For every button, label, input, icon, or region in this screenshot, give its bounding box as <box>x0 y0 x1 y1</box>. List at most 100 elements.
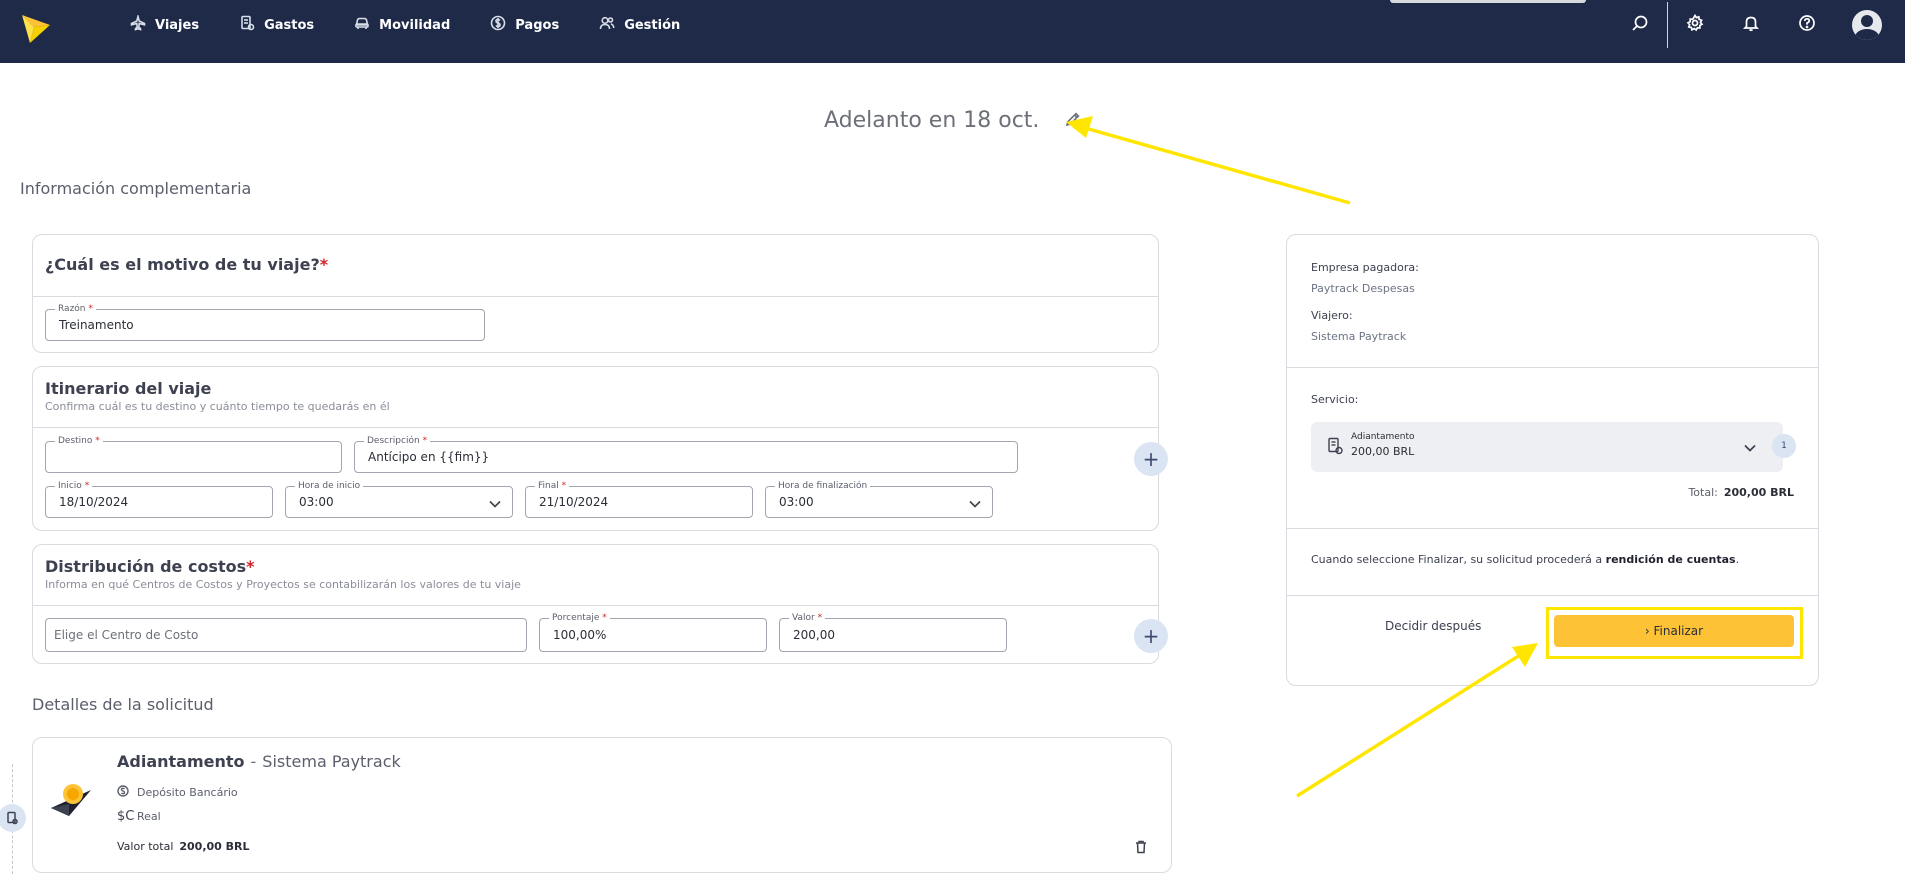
plus-icon: + <box>1142 447 1160 471</box>
delete-request-button[interactable] <box>1135 839 1147 858</box>
plus-icon: + <box>1142 624 1160 648</box>
gear-icon <box>1686 13 1704 36</box>
dropdown-edge <box>1390 0 1586 3</box>
logo[interactable] <box>20 9 52 45</box>
service-name: Adiantamento <box>1351 432 1415 442</box>
main-menu: Viajes Gastos Movilidad Pagos Gestión <box>130 0 720 50</box>
divider <box>1287 528 1818 529</box>
receipt-icon <box>239 15 255 35</box>
divider <box>33 427 1158 428</box>
percentage-field[interactable]: Porcentaje * 100,00% <box>539 612 767 652</box>
users-icon <box>599 15 615 35</box>
user-menu-button[interactable] <box>1852 10 1882 40</box>
top-navigation-bar: Viajes Gastos Movilidad Pagos Gestión <box>0 0 1905 63</box>
nav-item-pagos[interactable]: Pagos <box>490 15 559 35</box>
search-icon <box>1631 14 1649 36</box>
help-button[interactable] <box>1796 14 1818 36</box>
nav-label: Movilidad <box>379 17 451 33</box>
summary-total: Total: 200,00 BRL <box>1688 486 1794 499</box>
section-heading-info: Información complementaria <box>20 179 252 198</box>
itinerary-title: Itinerario del viaje <box>45 379 212 398</box>
nav-item-viajes[interactable]: Viajes <box>130 13 199 35</box>
nav-label: Gastos <box>264 17 315 33</box>
percentage-value: 100,00% <box>553 628 607 642</box>
cost-center-select[interactable]: Elige el Centro de Costo <box>45 618 527 652</box>
itinerary-card: Itinerario del viaje Confirma cuál es tu… <box>32 366 1168 531</box>
total-label: Valor total <box>117 840 174 853</box>
reason-value: Treinamento <box>59 318 134 332</box>
request-title: Adiantamento - Sistema Paytrack <box>117 752 401 771</box>
trash-icon <box>1136 840 1146 854</box>
notice-suffix: . <box>1735 553 1740 566</box>
nav-item-gestion[interactable]: Gestión <box>599 15 680 35</box>
side-request-bubble[interactable] <box>0 804 26 832</box>
end-time-select[interactable]: Hora de finalización 03:00 <box>765 480 993 518</box>
search-button[interactable] <box>1629 14 1651 36</box>
logo-mark-icon <box>22 15 50 43</box>
payment-method-row: Depósito Bancário <box>117 785 238 800</box>
avatar <box>1852 10 1882 40</box>
amount-field[interactable]: Valor * 200,00 <box>779 612 1007 652</box>
required-mark: * <box>246 557 255 576</box>
start-date-field[interactable]: Inicio * 18/10/2024 <box>45 480 273 518</box>
currency-row: $C Real <box>117 809 161 824</box>
top-right-actions <box>1629 0 1905 50</box>
summary-card: Empresa pagadora: Paytrack Despesas Viaj… <box>1286 234 1819 686</box>
nav-item-movilidad[interactable]: Movilidad <box>354 15 450 35</box>
paper-plane-coin-icon <box>47 778 95 826</box>
amount-value: 200,00 <box>793 628 835 642</box>
notifications-button[interactable] <box>1740 14 1762 36</box>
pencil-icon <box>1066 111 1080 126</box>
reason-field[interactable]: Razón * Treinamento <box>45 303 485 341</box>
itinerary-heading: Itinerario del viaje Confirma cuál es tu… <box>45 379 390 413</box>
field-label: Destino * <box>55 435 103 447</box>
start-date-value: 18/10/2024 <box>59 495 129 509</box>
description-value: Antícipo en {{fim}} <box>368 450 490 464</box>
add-cost-center-button[interactable]: + <box>1134 619 1168 653</box>
payer-company-label: Empresa pagadora: <box>1311 261 1419 274</box>
nav-item-gastos[interactable]: Gastos <box>239 15 314 35</box>
destination-field[interactable]: Destino * <box>45 435 342 473</box>
required-mark: * <box>319 255 329 274</box>
add-destination-button[interactable]: + <box>1134 442 1168 476</box>
request-detail-card: Adiantamento - Sistema Paytrack Depósito B… <box>32 737 1172 873</box>
divider <box>33 605 1158 606</box>
nav-label: Gestión <box>624 17 681 33</box>
start-time-select[interactable]: Hora de inicio 03:00 <box>285 480 513 518</box>
end-time-value: 03:00 <box>779 495 814 509</box>
total-value: 200,00 BRL <box>1723 486 1794 499</box>
service-selector[interactable]: Adiantamento 200,00 BRL <box>1311 422 1783 472</box>
bell-icon <box>1742 14 1760 36</box>
receipt-icon <box>1327 437 1343 459</box>
start-time-value: 03:00 <box>299 495 334 509</box>
service-label: Servicio: <box>1311 393 1359 406</box>
description-field[interactable]: Descripción * Antícipo en {{fim}} <box>354 435 1018 473</box>
request-type: Adiantamento <box>117 752 245 771</box>
payer-company-value: Paytrack Despesas <box>1311 282 1415 295</box>
edit-title-button[interactable] <box>1065 111 1081 131</box>
finalize-button[interactable]: › Finalizar <box>1554 615 1794 647</box>
request-total: Valor total 200,00 BRL <box>117 840 250 853</box>
traveler-label: Viajero: <box>1311 309 1353 322</box>
divider <box>1667 2 1668 48</box>
itinerary-subtitle: Confirma cuál es tu destino y cuánto tie… <box>45 400 390 413</box>
cost-distribution-subtitle: Informa en qué Centros de Costos y Proye… <box>45 578 521 591</box>
decide-later-button[interactable]: Decidir después <box>1385 619 1481 633</box>
request-owner: Sistema Paytrack <box>262 752 401 771</box>
arrow-to-edit-icon <box>1066 116 1351 205</box>
currency-symbol-icon: $C <box>117 809 135 824</box>
divider <box>33 296 1158 297</box>
car-icon <box>354 15 370 35</box>
receipt-icon <box>7 811 18 825</box>
dollar-coin-icon <box>490 15 506 35</box>
end-date-field[interactable]: Final * 21/10/2024 <box>525 480 753 518</box>
service-amount: 200,00 BRL <box>1351 445 1415 458</box>
finalize-notice: Cuando seleccione Finalizar, su solicitu… <box>1311 553 1739 566</box>
chevron-down-icon <box>488 496 502 510</box>
trip-reason-heading: ¿Cuál es el motivo de tu viaje?* <box>45 255 328 274</box>
settings-button[interactable] <box>1684 13 1706 36</box>
divider <box>1287 595 1818 596</box>
total-label: Total: <box>1688 486 1718 499</box>
page-title: Adelanto en 18 oct. <box>824 108 1040 133</box>
cost-distribution-heading: Distribución de costos* Informa en qué C… <box>45 557 521 591</box>
